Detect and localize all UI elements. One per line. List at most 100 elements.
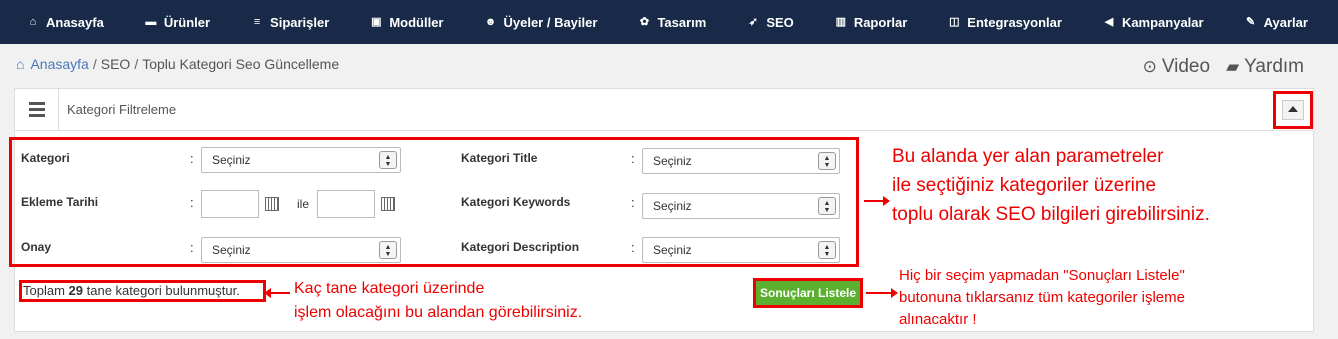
date-between-label: ile: [297, 197, 310, 211]
colon: :: [190, 151, 194, 166]
kategori-select-value: Seçiniz: [212, 153, 251, 167]
integration-icon: ◫: [949, 16, 960, 28]
nav-item-label: Entegrasyonlar: [967, 14, 1062, 30]
list-results-button[interactable]: Sonuçları Listele: [753, 278, 863, 308]
colon: :: [631, 151, 635, 166]
nav-item-label: Ayarlar: [1263, 14, 1308, 30]
annotation-line: butonuna tıklarsanız tüm kategoriler işl…: [899, 289, 1185, 306]
colon: :: [190, 240, 194, 255]
total-suffix: tane kategori bulunmuştur.: [86, 283, 240, 298]
kategori-title-label: Kategori Title: [461, 151, 538, 165]
select-arrows-icon: ▲ ▼: [818, 197, 836, 215]
kategori-label: Kategori: [21, 151, 70, 165]
annotation-line: Kaç tane kategori üzerinde: [294, 280, 485, 297]
annotation-arrow: [264, 288, 290, 298]
annotation-line: alınacaktır !: [899, 311, 977, 328]
list-icon: ≡: [253, 16, 261, 28]
nav-item-raporlar[interactable]: ▥ Raporlar: [834, 14, 908, 30]
ekleme-tarihi-label: Ekleme Tarihi: [21, 195, 99, 209]
colon: :: [631, 195, 635, 210]
annotation-arrow: [866, 288, 898, 298]
nav-item-mod-ller[interactable]: ▣ Modüller: [369, 15, 443, 30]
nav-item-label: Ürünler: [163, 14, 211, 30]
kategori-keywords-select[interactable]: Seçiniz ▲ ▼: [642, 193, 840, 219]
total-count-text: Toplam 29 tane kategori bulunmuştur.: [19, 280, 266, 302]
kategori-title-select[interactable]: Seçiniz ▲ ▼: [642, 148, 840, 174]
chart-icon: ▥: [835, 16, 847, 28]
onay-select[interactable]: Seçiniz ▲ ▼: [201, 237, 401, 263]
nav-item-seo[interactable]: ➶ SEO: [746, 14, 794, 30]
users-icon: ☻: [484, 16, 497, 28]
annotation-count: Kaç tane kategori üzerinde işlem olacağı…: [294, 277, 582, 325]
onay-label: Onay: [21, 240, 52, 254]
nav-item-label: Siparişler: [270, 14, 330, 30]
nav-item-sipari-ler[interactable]: ≡ Siparişler: [250, 15, 329, 30]
bullhorn-icon: ◀: [1104, 16, 1114, 28]
nav-item-entegrasyonlar[interactable]: ◫ Entegrasyonlar: [947, 15, 1062, 30]
total-count: 29: [68, 283, 84, 298]
help-label: Yardım: [1244, 56, 1304, 77]
home-icon[interactable]: ⌂: [16, 56, 24, 72]
annotation-button: Hiç bir seçim yapmadan "Sonuçları Listel…: [899, 265, 1185, 331]
select-arrows-icon: ▲ ▼: [818, 241, 836, 259]
nav-item-label: Tasarım: [657, 14, 707, 30]
date-start-input[interactable]: [201, 190, 259, 218]
kategori-title-select-value: Seçiniz: [653, 154, 692, 168]
kategori-description-select-value: Seçiniz: [653, 243, 692, 257]
annotation-line: Bu alanda yer alan parametreler: [892, 146, 1164, 167]
calendar-icon[interactable]: [265, 197, 279, 211]
kategori-description-select[interactable]: Seçiniz ▲ ▼: [642, 237, 840, 263]
nav-item-tasar-m[interactable]: ✿ Tasarım: [637, 14, 707, 30]
play-circle-icon: ⊙: [1142, 57, 1157, 76]
annotation-params: Bu alanda yer alan parametreler ile seçt…: [892, 142, 1210, 229]
folder-icon: ▬: [145, 16, 157, 28]
nav-item-label: Anasayfa: [46, 14, 104, 30]
top-navigation: ⌂ Anasayfa ▬ Ürünler ≡ Siparişler ▣ Modüller ☻ Üy…: [0, 0, 1338, 44]
annotation-line: işlem olacağını bu alandan görebilirsini…: [294, 304, 583, 321]
annotation-line: toplu olarak SEO bilgileri girebilirsini…: [892, 204, 1210, 225]
date-end-input[interactable]: [317, 190, 375, 218]
nav-item-label: Üyeler / Bayiler: [503, 14, 598, 30]
video-button[interactable]: ⊙ Video: [1143, 56, 1211, 78]
onay-select-value: Seçiniz: [212, 243, 251, 257]
breadcrumb-separator: /: [92, 56, 97, 72]
calendar-icon[interactable]: [381, 197, 395, 211]
kategori-select[interactable]: Seçiniz ▲ ▼: [201, 147, 401, 173]
help-button[interactable]: ▰ Yardım: [1226, 56, 1304, 78]
rocket-icon: ➶: [748, 16, 758, 28]
select-arrows-icon: ▲ ▼: [818, 152, 836, 170]
video-label: Video: [1161, 56, 1211, 77]
nav-item--yeler-bayiler[interactable]: ☻ Üyeler / Bayiler: [483, 14, 598, 30]
hamburger-menu-icon[interactable]: [15, 88, 59, 131]
kategori-keywords-label: Kategori Keywords: [461, 195, 571, 209]
panel-header: Kategori Filtreleme: [15, 88, 1313, 131]
nav-item-anasayfa[interactable]: ⌂ Anasayfa: [26, 15, 104, 30]
annotation-line: ile seçtiğiniz kategoriler üzerine: [892, 175, 1157, 196]
breadcrumb-separator: /: [134, 56, 139, 72]
palette-icon: ✿: [639, 16, 650, 28]
breadcrumb-home-link[interactable]: Anasayfa: [30, 56, 88, 72]
nav-item-label: Raporlar: [853, 14, 908, 30]
nav-item-label: SEO: [766, 14, 794, 30]
breadcrumb: ⌂ Anasayfa / SEO / Toplu Kategori Seo Gü…: [16, 56, 339, 72]
select-arrows-icon: ▲ ▼: [379, 151, 397, 169]
book-icon: ▰: [1226, 57, 1240, 76]
nav-item-ayarlar[interactable]: ✎ Ayarlar: [1244, 15, 1308, 30]
breadcrumb-current: Toplu Kategori Seo Güncelleme: [142, 56, 340, 72]
colon: :: [631, 240, 635, 255]
kategori-keywords-select-value: Seçiniz: [653, 199, 692, 213]
collapse-panel-button[interactable]: [1273, 91, 1313, 129]
plugin-icon: ▣: [371, 16, 382, 28]
select-arrows-icon: ▲ ▼: [379, 241, 397, 259]
annotation-arrow: [864, 196, 890, 206]
total-prefix: Toplam: [23, 283, 65, 298]
nav-item-kampanyalar[interactable]: ◀ Kampanyalar: [1102, 15, 1204, 30]
annotation-line: Hiç bir seçim yapmadan "Sonuçları Listel…: [899, 267, 1185, 284]
kategori-description-label: Kategori Description: [461, 240, 580, 254]
breadcrumb-item-seo: SEO: [100, 56, 131, 72]
panel-title: Kategori Filtreleme: [67, 102, 177, 117]
colon: :: [190, 195, 194, 210]
home-icon: ⌂: [29, 16, 37, 28]
nav-item--r-nler[interactable]: ▬ Ürünler: [144, 15, 210, 30]
nav-item-label: Kampanyalar: [1121, 14, 1204, 30]
